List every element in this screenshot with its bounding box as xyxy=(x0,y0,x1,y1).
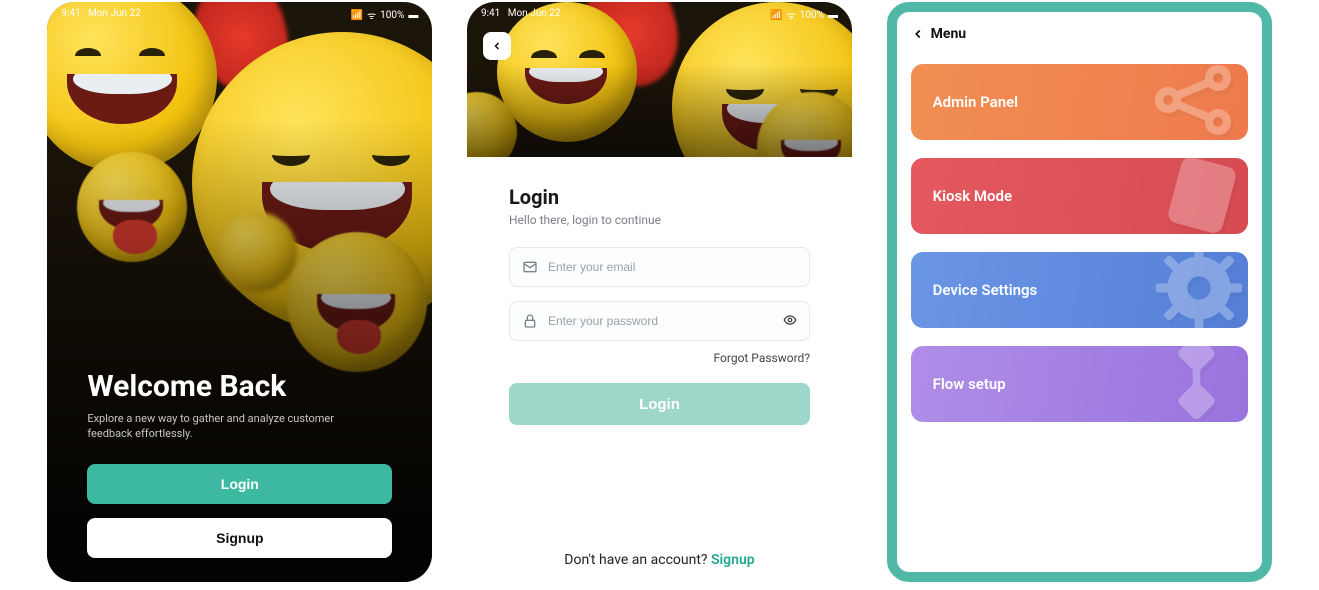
welcome-title: Welcome Back xyxy=(87,369,392,404)
emoji-background xyxy=(467,2,852,157)
login-heading: Login xyxy=(509,185,810,209)
mail-icon xyxy=(522,259,538,275)
signup-link[interactable]: Signup xyxy=(711,552,755,568)
menu-title: Menu xyxy=(931,26,967,42)
show-password-icon[interactable] xyxy=(783,313,797,330)
tablet-icon xyxy=(1154,158,1244,234)
email-field-wrapper[interactable] xyxy=(509,247,810,287)
password-input[interactable] xyxy=(548,314,773,328)
chevron-left-icon xyxy=(491,40,503,52)
wifi-icon: ᯤ xyxy=(367,8,376,22)
tile-label: Device Settings xyxy=(933,281,1038,299)
status-battery: 100% xyxy=(380,10,404,21)
tile-flow-setup[interactable]: Flow setup xyxy=(911,346,1248,422)
signal-icon: 📶 xyxy=(351,10,363,21)
wifi-icon: ᯤ xyxy=(787,8,796,22)
battery-icon: ▬ xyxy=(408,10,418,21)
status-time: 9:41 xyxy=(61,8,80,19)
tile-kiosk-mode[interactable]: Kiosk Mode xyxy=(911,158,1248,234)
status-time: 9:41 xyxy=(481,8,500,19)
battery-icon: ▬ xyxy=(828,10,838,21)
tile-label: Kiosk Mode xyxy=(933,187,1012,205)
signup-prompt-line: Don't have an account? Signup xyxy=(467,552,852,568)
login-submit-button[interactable]: Login xyxy=(509,383,810,425)
signal-icon: 📶 xyxy=(770,10,782,21)
tile-admin-panel[interactable]: Admin Panel xyxy=(911,64,1248,140)
gear-icon xyxy=(1154,252,1244,328)
menu-back[interactable]: Menu xyxy=(911,26,1248,42)
tile-label: Flow setup xyxy=(933,375,1006,393)
login-screen: 9:41 Mon Jun 22 📶 ᯤ 100% ▬ Login Hello t… xyxy=(467,2,852,582)
email-input[interactable] xyxy=(548,260,797,274)
tile-device-settings[interactable]: Device Settings xyxy=(911,252,1248,328)
signup-prompt-text: Don't have an account? xyxy=(564,552,711,568)
status-date: Mon Jun 22 xyxy=(88,8,141,19)
status-battery: 100% xyxy=(800,10,824,21)
share-nodes-icon xyxy=(1144,64,1244,140)
tile-label: Admin Panel xyxy=(933,93,1018,111)
welcome-subtitle: Explore a new way to gather and analyze … xyxy=(87,412,337,442)
login-button[interactable]: Login xyxy=(87,464,392,504)
signup-button[interactable]: Signup xyxy=(87,518,392,558)
back-button[interactable] xyxy=(483,32,511,60)
welcome-screen: 9:41 Mon Jun 22 📶 ᯤ 100% ▬ Welcome Back … xyxy=(47,2,432,582)
flow-icon xyxy=(1149,346,1244,422)
status-bar: 9:41 Mon Jun 22 📶 ᯤ 100% ▬ xyxy=(47,2,432,24)
forgot-password-link[interactable]: Forgot Password? xyxy=(509,351,810,365)
status-bar: 9:41 Mon Jun 22 📶 ᯤ 100% ▬ xyxy=(467,2,852,24)
password-field-wrapper[interactable] xyxy=(509,301,810,341)
menu-screen: Menu Admin Panel Kiosk Mode Device Setti… xyxy=(887,2,1272,582)
lock-icon xyxy=(522,313,538,329)
status-date: Mon Jun 22 xyxy=(508,8,561,19)
login-subheading: Hello there, login to continue xyxy=(509,213,810,227)
chevron-left-icon xyxy=(911,27,925,41)
